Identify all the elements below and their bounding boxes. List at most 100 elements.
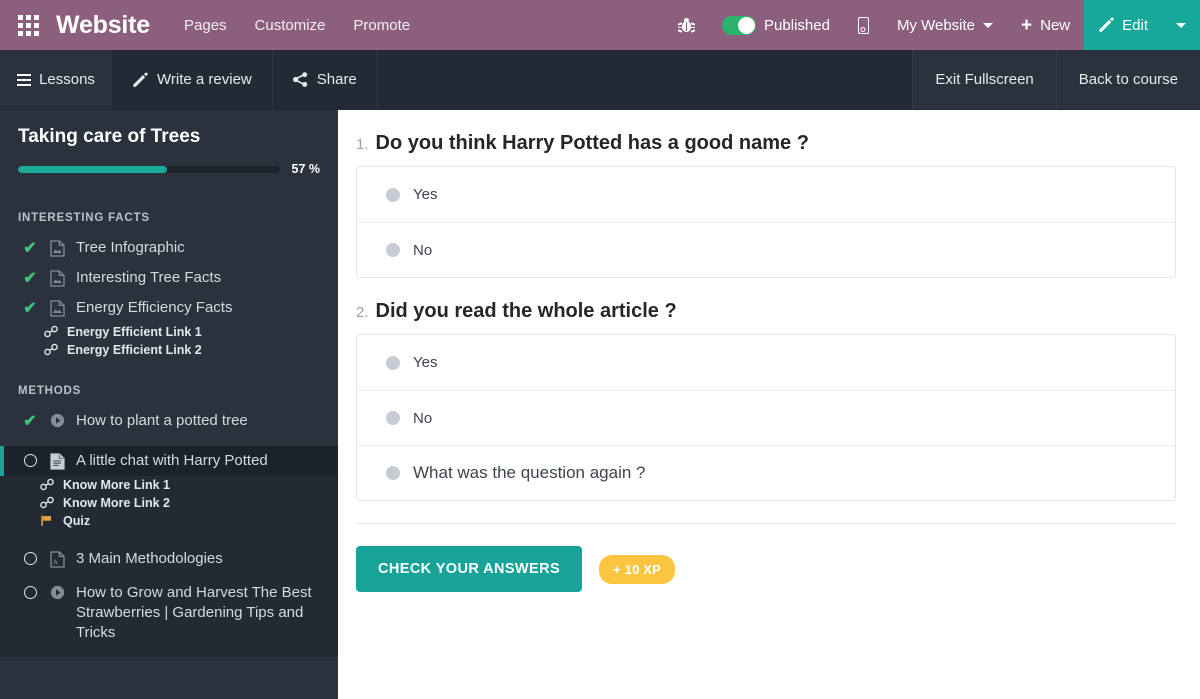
section-body-methods-active: A little chat with Harry Potted Know Mor… xyxy=(0,446,338,540)
sidebar-subitem-know-more-link-2[interactable]: Know More Link 2 xyxy=(0,494,338,512)
page-body: Taking care of Trees 57 % INTERESTING FA… xyxy=(0,110,1200,699)
new-button[interactable]: + New xyxy=(1007,0,1084,50)
sidebar-subitem-label: Know More Link 2 xyxy=(63,496,170,510)
sidebar-item-label: Energy Efficiency Facts xyxy=(76,298,232,318)
sidebar-item-label: 3 Main Methodologies xyxy=(76,549,223,569)
question-2-number: 2. xyxy=(356,304,369,321)
debug-button[interactable] xyxy=(665,0,708,50)
question-1-title: 1. Do you think Harry Potted has a good … xyxy=(356,132,1176,155)
check-answers-button[interactable]: CHECK YOUR ANSWERS xyxy=(356,546,582,592)
lessons-toggle-button[interactable]: Lessons xyxy=(0,50,112,109)
nav-link-promote[interactable]: Promote xyxy=(353,17,410,34)
sidebar-subitem-label: Quiz xyxy=(63,514,90,528)
exit-fullscreen-button[interactable]: Exit Fullscreen xyxy=(912,50,1055,109)
question-2-option-what-was-the-question[interactable]: What was the question again ? xyxy=(357,445,1175,500)
site-menu-button[interactable]: My Website xyxy=(883,0,1007,50)
option-label: What was the question again ? xyxy=(413,463,645,483)
sidebar-item-label: A little chat with Harry Potted xyxy=(76,451,268,471)
sidebar-footer-space xyxy=(0,657,338,699)
sidebar-item-a-little-chat-with-harry-potted[interactable]: A little chat with Harry Potted xyxy=(0,446,338,476)
section-body-methods-top: ✔ How to plant a potted tree xyxy=(0,406,338,446)
question-2-option-yes[interactable]: Yes xyxy=(357,335,1175,390)
link-icon xyxy=(40,478,54,491)
xp-reward-badge: + 10 XP xyxy=(599,555,675,584)
section-header-interesting-facts: INTERESTING FACTS xyxy=(0,196,338,233)
play-circle-icon xyxy=(48,411,66,428)
exit-fullscreen-label: Exit Fullscreen xyxy=(935,71,1033,88)
play-circle-icon xyxy=(48,583,66,600)
bug-icon xyxy=(679,17,694,34)
option-label: Yes xyxy=(413,186,437,203)
pencil-icon xyxy=(132,72,148,88)
svg-text:A: A xyxy=(53,559,58,566)
option-label: Yes xyxy=(413,354,437,371)
section-header-methods: METHODS xyxy=(0,369,338,406)
sidebar-subitem-label: Energy Efficient Link 2 xyxy=(67,343,202,357)
nav-link-customize[interactable]: Customize xyxy=(255,17,326,34)
sidebar-item-how-to-plant-a-potted-tree[interactable]: ✔ How to plant a potted tree xyxy=(0,406,338,436)
link-icon xyxy=(44,343,58,356)
sidebar-subitem-energy-link-2[interactable]: Energy Efficient Link 2 xyxy=(0,341,338,359)
radio-icon[interactable] xyxy=(386,466,400,480)
sidebar-subitem-know-more-link-1[interactable]: Know More Link 1 xyxy=(0,476,338,494)
image-file-icon xyxy=(48,238,66,257)
sidebar-subitem-quiz[interactable]: Quiz xyxy=(0,512,338,530)
sidebar-item-interesting-tree-facts[interactable]: ✔ Interesting Tree Facts xyxy=(0,263,338,293)
share-label: Share xyxy=(317,71,357,88)
admin-top-bar: Website Pages Customize Promote Publishe… xyxy=(0,0,1200,50)
mobile-preview-button[interactable] xyxy=(844,0,883,50)
new-button-label: New xyxy=(1040,17,1070,34)
question-1-option-yes[interactable]: Yes xyxy=(357,167,1175,222)
question-1-option-no[interactable]: No xyxy=(357,222,1175,277)
status-complete-icon: ✔ xyxy=(22,268,38,287)
progress-fill xyxy=(18,166,167,173)
sidebar-item-label: Tree Infographic xyxy=(76,238,185,258)
radio-icon[interactable] xyxy=(386,411,400,425)
course-header: Taking care of Trees 57 % xyxy=(0,110,338,196)
sidebar-item-tree-infographic[interactable]: ✔ Tree Infographic xyxy=(0,233,338,263)
chevron-down-icon xyxy=(1176,23,1186,28)
radio-icon[interactable] xyxy=(386,356,400,370)
sidebar-subitem-label: Energy Efficient Link 1 xyxy=(67,325,202,339)
apps-grid-button[interactable] xyxy=(0,0,56,50)
hamburger-icon xyxy=(17,74,31,86)
share-button[interactable]: Share xyxy=(273,50,378,109)
status-incomplete-icon xyxy=(22,583,38,599)
chevron-down-icon xyxy=(983,23,993,28)
question-2-option-no[interactable]: No xyxy=(357,390,1175,445)
sidebar-item-label: How to Grow and Harvest The Best Strawbe… xyxy=(76,583,324,643)
lesson-toolbar: Lessons Write a review Share Exit Fullsc… xyxy=(0,50,1200,110)
sidebar-item-how-to-grow-and-harvest-strawberries[interactable]: How to Grow and Harvest The Best Strawbe… xyxy=(0,574,338,648)
content-divider xyxy=(356,523,1176,524)
progress-track xyxy=(18,166,280,173)
sidebar-subitem-label: Know More Link 1 xyxy=(63,478,170,492)
radio-icon[interactable] xyxy=(386,243,400,257)
site-menu-label: My Website xyxy=(897,17,975,34)
lesson-toolbar-spacer xyxy=(378,50,913,109)
admin-nav-links: Pages Customize Promote xyxy=(184,0,410,50)
radio-icon[interactable] xyxy=(386,188,400,202)
lesson-toolbar-right: Exit Fullscreen Back to course xyxy=(912,50,1200,109)
edit-dropdown-button[interactable] xyxy=(1162,0,1200,50)
sidebar-item-energy-efficiency-facts[interactable]: ✔ Energy Efficiency Facts xyxy=(0,293,338,323)
nav-link-pages[interactable]: Pages xyxy=(184,17,227,34)
question-2-title: 2. Did you read the whole article ? xyxy=(356,300,1176,323)
course-title: Taking care of Trees xyxy=(18,126,320,148)
course-sidebar: Taking care of Trees 57 % INTERESTING FA… xyxy=(0,110,338,699)
edit-button-label: Edit xyxy=(1122,17,1148,34)
status-incomplete-icon xyxy=(22,549,38,565)
lessons-label: Lessons xyxy=(39,71,95,88)
sidebar-item-3-main-methodologies[interactable]: A 3 Main Methodologies xyxy=(0,540,338,574)
question-2-options: Yes No What was the question again ? xyxy=(356,334,1176,501)
edit-button[interactable]: Edit xyxy=(1084,0,1162,50)
write-review-button[interactable]: Write a review xyxy=(112,50,273,109)
sidebar-subitem-energy-link-1[interactable]: Energy Efficient Link 1 xyxy=(0,323,338,341)
progress-percent-label: 57 % xyxy=(292,162,321,176)
back-to-course-button[interactable]: Back to course xyxy=(1056,50,1200,109)
status-complete-icon: ✔ xyxy=(22,298,38,317)
publish-toggle-group[interactable]: Published xyxy=(708,0,844,50)
sidebar-item-label: How to plant a potted tree xyxy=(76,411,248,431)
quiz-actions: CHECK YOUR ANSWERS + 10 XP xyxy=(356,546,1176,592)
publish-toggle[interactable] xyxy=(722,16,756,35)
status-complete-icon: ✔ xyxy=(22,238,38,257)
